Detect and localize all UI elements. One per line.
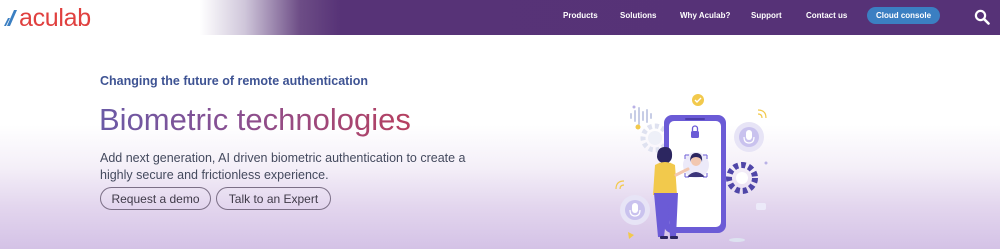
hero-title: Biometric technologies [99, 102, 411, 137]
cloud-console-button[interactable]: Cloud console [867, 7, 940, 24]
check-badge-icon [692, 94, 704, 106]
microphone-icon [734, 122, 764, 152]
logo-mark-icon [4, 10, 17, 26]
request-demo-button[interactable]: Request a demo [100, 187, 211, 210]
search-icon[interactable] [974, 9, 990, 25]
nav-item-contact-us[interactable]: Contact us [806, 11, 847, 20]
biometric-illustration [615, 94, 768, 242]
nav-item-solutions[interactable]: Solutions [620, 11, 656, 20]
nav-item-why-aculab[interactable]: Why Aculab? [680, 11, 730, 20]
gear-icon [640, 123, 670, 153]
face-scan-icon [683, 152, 709, 178]
microphone-icon-left [620, 195, 650, 225]
aculab-logo[interactable]: aculab [4, 4, 91, 32]
nav-item-products[interactable]: Products [563, 11, 598, 20]
logo-text: aculab [19, 3, 91, 32]
hero-section: Changing the future of remote authentica… [0, 35, 1000, 249]
hero-eyebrow: Changing the future of remote authentica… [100, 74, 369, 88]
hero-description: Add next generation, AI driven biometric… [100, 151, 466, 182]
gear-icon-dark [726, 162, 758, 194]
nav-item-support[interactable]: Support [751, 11, 782, 20]
talk-to-expert-button[interactable]: Talk to an Expert [216, 187, 331, 210]
site-header: aculab Products Solutions Why Aculab? Su… [0, 0, 1000, 35]
